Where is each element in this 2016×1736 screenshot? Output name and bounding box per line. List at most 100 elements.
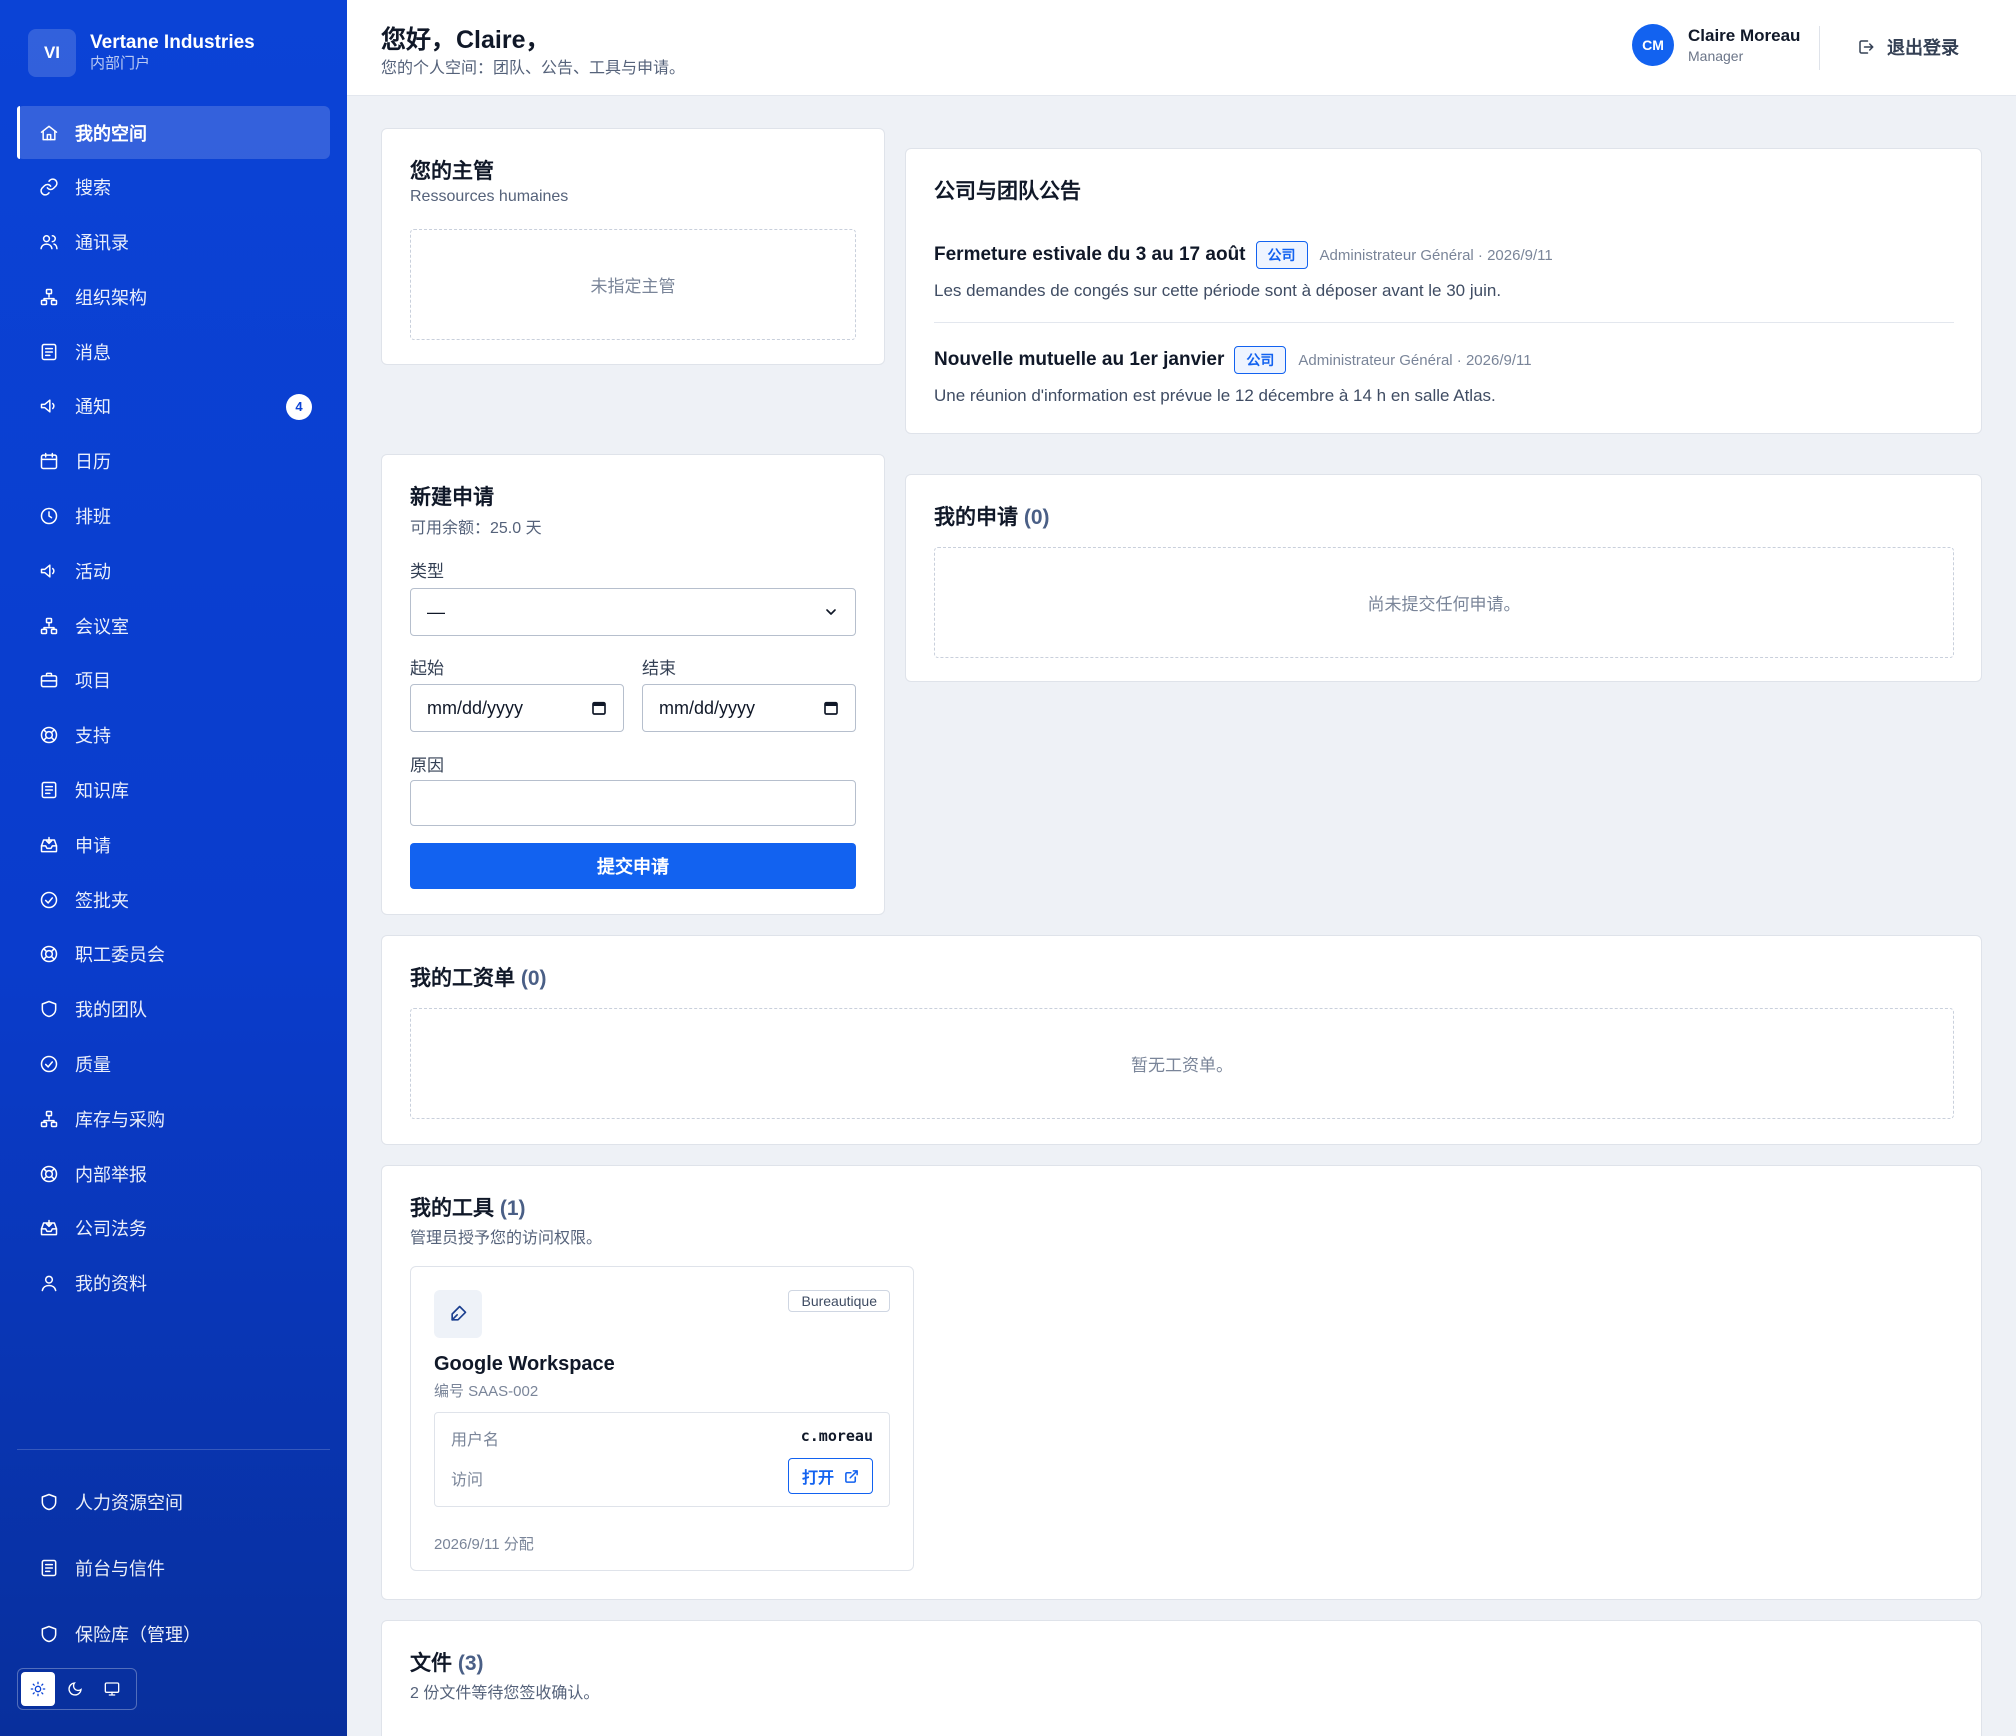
calendar-icon — [591, 700, 607, 716]
my-requests-title-text: 我的申请 — [934, 506, 1018, 529]
monitor-icon[interactable] — [95, 1672, 129, 1706]
sidebar-item-14[interactable]: 申请 — [17, 818, 330, 871]
announcement-item[interactable]: Fermeture estivale du 3 au 17 août 公司 Ad… — [934, 241, 1954, 301]
sidebar-item-label: 前台与信件 — [75, 1559, 165, 1579]
sidebar-item-19[interactable]: 库存与采购 — [17, 1092, 330, 1145]
home-icon — [39, 123, 59, 143]
logout-button[interactable]: 退出登录 — [1857, 34, 1959, 60]
sidebar-item-17[interactable]: 我的团队 — [17, 983, 330, 1036]
announcements-card: 公司与团队公告 Fermeture estivale du 3 au 17 ao… — [905, 148, 1982, 434]
lifebuoy-icon — [39, 944, 59, 964]
sidebar-nav: 我的空间 搜索通讯录组织架构 消息 通知 4 日历排班活动 会议室 项目支持知识库 申请 签批夹职… — [17, 106, 330, 1312]
sidebar-item-label: 日历 — [75, 452, 111, 473]
new-request-title: 新建申请 — [410, 486, 494, 509]
megaphone-icon — [39, 561, 59, 581]
tools-count: (1) — [499, 1197, 526, 1220]
type-select[interactable]: — — [410, 588, 856, 636]
moon-icon[interactable] — [58, 1672, 92, 1706]
sidebar-nav-secondary: 人力资源空间前台与信件保险库（管理） — [17, 1469, 330, 1667]
sidebar-item-18[interactable]: 质量 — [17, 1038, 330, 1091]
announcement-divider — [934, 322, 1954, 323]
sidebar-item-label: 通讯录 — [75, 233, 129, 254]
pen-icon — [434, 1290, 482, 1338]
inbox-icon — [39, 835, 59, 855]
org-icon — [39, 1109, 59, 1129]
sidebar-item-3[interactable]: 保险库（管理） — [17, 1601, 330, 1667]
tool-card: Bureautique Google Workspace 编号 SAAS-002… — [410, 1266, 914, 1571]
files-count: (3) — [457, 1652, 484, 1675]
calendar-icon — [39, 451, 59, 471]
sidebar-item-1[interactable]: 我的空间 — [17, 106, 330, 159]
tools-card: 我的工具 (1) 管理员授予您的访问权限。 Bureautique Google… — [381, 1165, 1982, 1600]
lifebuoy-icon — [39, 1164, 59, 1184]
sidebar-item-7[interactable]: 日历 — [17, 435, 330, 488]
sidebar-item-label: 保险库（管理） — [75, 1625, 201, 1645]
sidebar-item-20[interactable]: 内部举报 — [17, 1147, 330, 1200]
sidebar-item-2[interactable]: 搜索 — [17, 161, 330, 214]
briefcase-icon — [39, 670, 59, 690]
announcement-meta: Administrateur Général · 2026/9/11 — [1319, 246, 1553, 264]
user-icon — [39, 1273, 59, 1293]
sidebar-item-label: 库存与采购 — [75, 1109, 165, 1130]
link-icon — [39, 177, 59, 197]
check-circle-icon — [39, 1054, 59, 1074]
shield-icon — [39, 999, 59, 1019]
announcement-item[interactable]: Nouvelle mutuelle au 1er janvier 公司 Admi… — [934, 346, 1954, 406]
sidebar-item-6[interactable]: 通知 4 — [17, 380, 330, 433]
megaphone-icon — [39, 396, 59, 416]
document-icon — [39, 1558, 59, 1578]
sidebar-item-5[interactable]: 消息 — [17, 325, 330, 378]
tool-category-tag: Bureautique — [788, 1290, 890, 1312]
document-icon — [39, 342, 59, 362]
tool-credentials: 用户名 c.moreau 访问 打开 — [434, 1412, 890, 1507]
sidebar-divider — [17, 1449, 330, 1450]
payslips-card: 我的工资单 (0) 暂无工资单。 — [381, 935, 1982, 1145]
sidebar-item-13[interactable]: 知识库 — [17, 764, 330, 817]
payslips-title-text: 我的工资单 — [410, 967, 515, 990]
reason-input[interactable] — [410, 780, 856, 826]
theme-switcher — [17, 1668, 137, 1710]
sidebar-item-4[interactable]: 组织架构 — [17, 270, 330, 323]
sidebar-item-21[interactable]: 公司法务 — [17, 1202, 330, 1255]
shield-icon — [39, 1492, 59, 1512]
payslips-empty-state: 暂无工资单。 — [410, 1008, 1954, 1119]
username-value: c.moreau — [800, 1427, 873, 1445]
clock-icon — [39, 506, 59, 526]
payslips-count: (0) — [520, 967, 547, 990]
sidebar-item-11[interactable]: 项目 — [17, 654, 330, 707]
sidebar: VI Vertane Industries 内部门户 我的空间 搜索通讯录组织架构… — [0, 0, 347, 1736]
start-date-input[interactable]: mm/dd/yyyy — [410, 684, 624, 732]
sidebar-item-3[interactable]: 通讯录 — [17, 216, 330, 269]
user-menu[interactable]: CM Claire Moreau Manager — [1632, 24, 1800, 66]
username-label: 用户名 — [451, 1432, 500, 1449]
manager-empty-state: 未指定主管 — [410, 229, 856, 340]
sidebar-item-16[interactable]: 职工委员会 — [17, 928, 330, 981]
sun-icon[interactable] — [21, 1672, 55, 1706]
inbox-icon — [39, 1218, 59, 1238]
sidebar-item-1[interactable]: 人力资源空间 — [17, 1469, 330, 1535]
user-name: Claire Moreau — [1688, 26, 1801, 45]
payslips-title: 我的工资单 (0) — [410, 962, 547, 992]
end-label: 结束 — [642, 659, 676, 678]
announcement-title: Fermeture estivale du 3 au 17 août — [934, 244, 1246, 265]
start-date-placeholder: mm/dd/yyyy — [427, 697, 524, 718]
type-select-value: — — [427, 601, 445, 622]
submit-request-button[interactable]: 提交申请 — [410, 843, 856, 889]
page-greeting: 您好，Claire， — [381, 26, 551, 54]
calendar-icon — [823, 700, 839, 716]
sidebar-item-label: 职工委员会 — [75, 945, 165, 966]
sidebar-item-label: 排班 — [75, 507, 111, 528]
end-date-input[interactable]: mm/dd/yyyy — [642, 684, 856, 732]
brand[interactable]: VI Vertane Industries 内部门户 — [28, 29, 255, 77]
start-label: 起始 — [410, 659, 444, 678]
sidebar-item-8[interactable]: 排班 — [17, 490, 330, 543]
sidebar-item-2[interactable]: 前台与信件 — [17, 1535, 330, 1601]
sidebar-item-9[interactable]: 活动 — [17, 544, 330, 597]
open-tool-button[interactable]: 打开 — [787, 1458, 873, 1494]
logout-label: 退出登录 — [1887, 38, 1959, 58]
sidebar-item-12[interactable]: 支持 — [17, 709, 330, 762]
sidebar-item-15[interactable]: 签批夹 — [17, 873, 330, 926]
sidebar-item-label: 支持 — [75, 726, 111, 747]
sidebar-item-22[interactable]: 我的资料 — [17, 1257, 330, 1310]
sidebar-item-10[interactable]: 会议室 — [17, 599, 330, 652]
